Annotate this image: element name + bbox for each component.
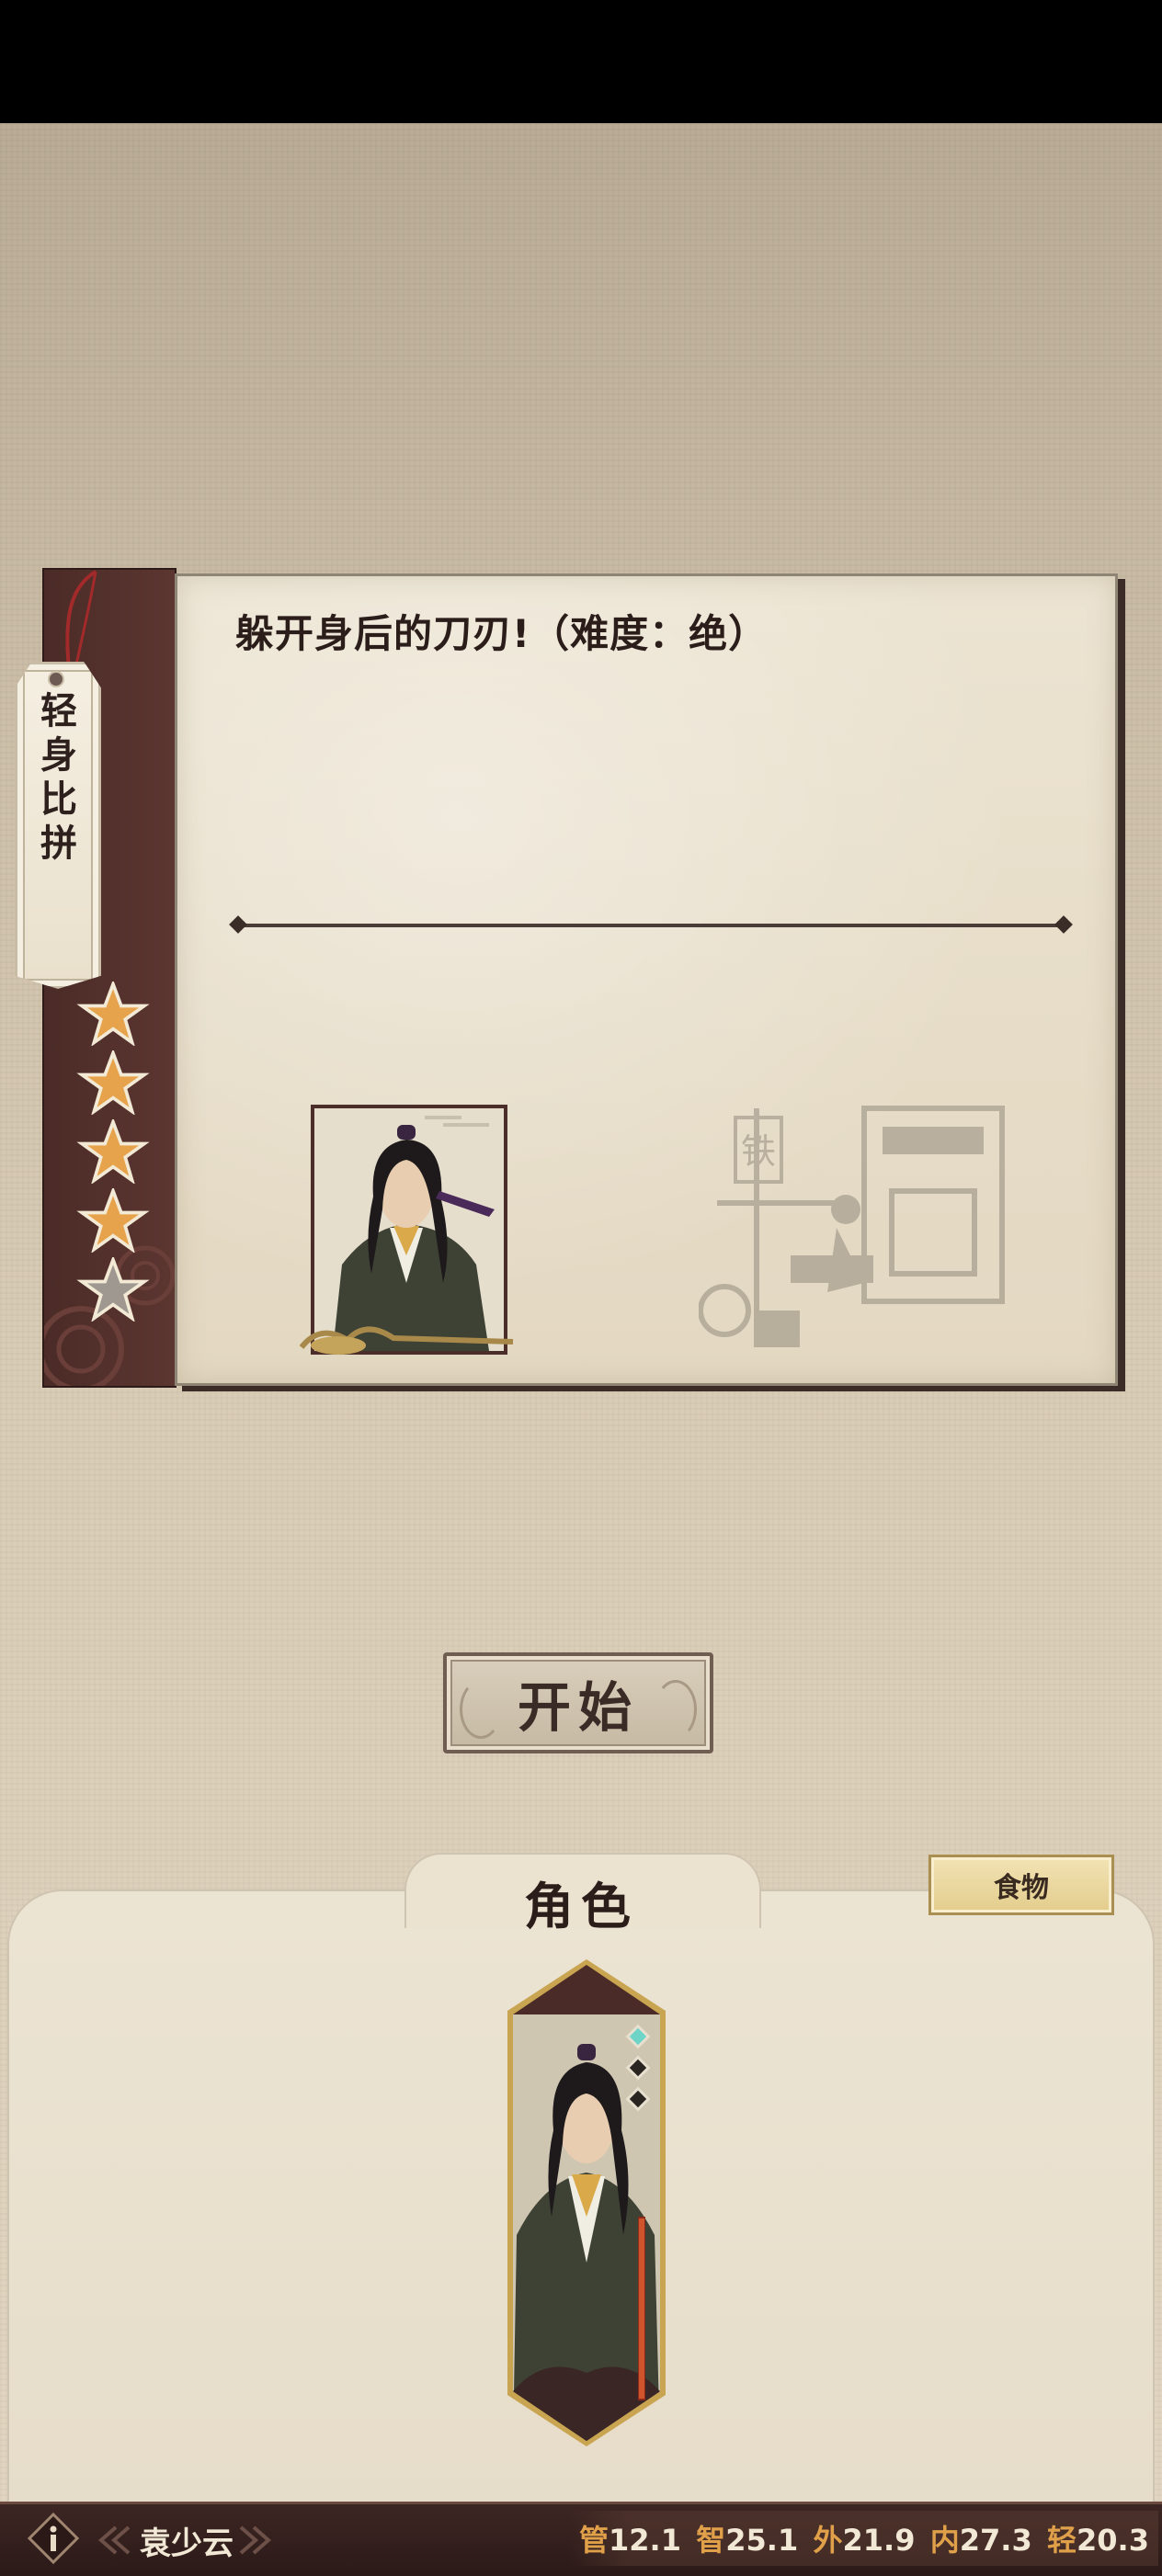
- star-icon-filled: [76, 982, 150, 1046]
- stat-value: 25.1: [725, 2523, 799, 2558]
- stat-key: 外: [813, 2523, 843, 2558]
- category-label: 轻身比拼: [34, 691, 76, 868]
- gem-indicators: [625, 2024, 651, 2112]
- star-icon-filled: [76, 1188, 150, 1253]
- star-icon-empty: [76, 1257, 150, 1322]
- character-name: 袁少云: [140, 2525, 234, 2562]
- challenge-title: 躲开身后的刀刃!（难度：绝）: [235, 611, 769, 656]
- info-icon[interactable]: [26, 2513, 81, 2564]
- stat-item: 智25.1: [696, 2517, 798, 2559]
- smithy-sign: 铁: [741, 1131, 776, 1172]
- stat-key: 轻: [1047, 2523, 1077, 2558]
- stat-value: 21.9: [842, 2523, 916, 2558]
- stat-item: 外21.9: [814, 2517, 916, 2559]
- start-button[interactable]: 开始: [443, 1652, 713, 1753]
- stat-row: 管12.1 智25.1 外21.9 内27.3 轻20.3: [570, 2511, 1158, 2566]
- top-black-bar: [0, 0, 1162, 123]
- cloud-ornament-icon: [299, 1326, 514, 1355]
- start-button-label: 开始: [517, 1676, 639, 1739]
- stat-key: 管: [579, 2523, 609, 2558]
- star-icon-filled: [76, 1119, 150, 1184]
- food-button[interactable]: 食物: [928, 1855, 1114, 1915]
- stat-value: 27.3: [959, 2523, 1032, 2558]
- star-icon-filled: [76, 1050, 150, 1115]
- stat-item: 轻20.3: [1047, 2517, 1149, 2559]
- progress-track: [235, 924, 1068, 927]
- chevron-right-icon: [239, 2525, 272, 2555]
- swirl-ornament-left: [460, 1680, 502, 1739]
- stat-item: 管12.1: [579, 2517, 681, 2559]
- blacksmith-illustration: 铁: [699, 1106, 1005, 1347]
- swirl-ornament-right: [655, 1680, 697, 1739]
- chevron-left-icon: [97, 2525, 131, 2555]
- character-card[interactable]: [507, 1959, 666, 2446]
- difficulty-stars: [75, 982, 154, 1326]
- stat-key: 智: [696, 2523, 726, 2558]
- stat-key: 内: [929, 2523, 960, 2558]
- stat-item: 内27.3: [930, 2517, 1032, 2559]
- stat-value: 20.3: [1077, 2523, 1149, 2558]
- tag-hole: [48, 671, 64, 687]
- character-card-art: [507, 1959, 666, 2446]
- stat-value: 12.1: [609, 2523, 681, 2558]
